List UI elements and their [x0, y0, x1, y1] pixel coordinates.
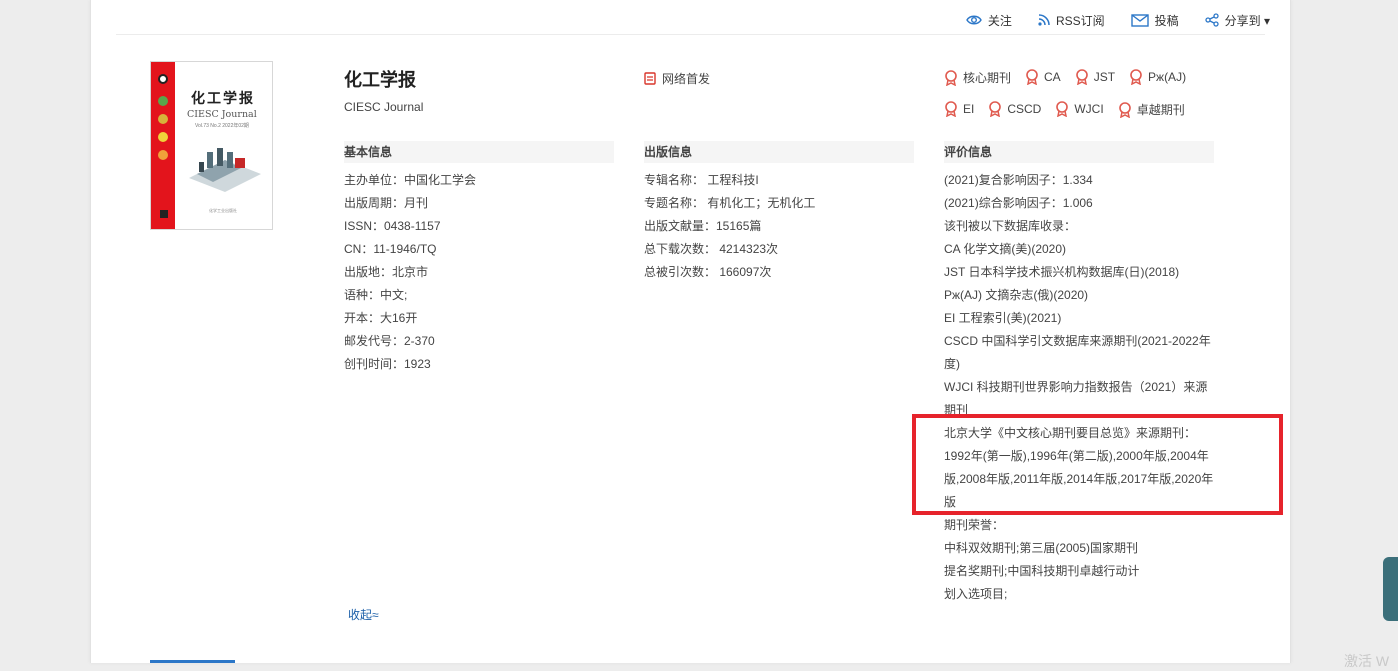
follow-label: 关注 [987, 13, 1012, 28]
badge-label: 核心期刊 [963, 71, 1012, 85]
cover-red-strip [151, 62, 175, 229]
award-icon [989, 101, 1002, 117]
badge-label: CA [1044, 70, 1061, 84]
basic-cn: CN：11-1946/TQ [344, 242, 437, 256]
cover-subtitle: CIESC Journal [187, 109, 257, 120]
cover-badge-icon [158, 150, 168, 160]
share-button[interactable]: 分享到 ▾ [1204, 12, 1270, 29]
evaluation-info-list: (2021)复合影响因子：1.334 (2021)综合影响因子：1.006 该刊… [944, 169, 1216, 606]
award-icon [945, 69, 957, 86]
award-icon [1130, 69, 1142, 85]
publish-info-header: 出版信息 [644, 141, 914, 163]
eval-rzh: Рж(AJ) 文摘杂志(俄)(2020) [944, 288, 1089, 302]
mail-icon [1130, 13, 1149, 27]
badge-ei[interactable]: EI [944, 101, 974, 117]
publish-info-list: 专辑名称： 工程科技I 专题名称： 有机化工；无机化工 出版文献量：15165篇… [644, 169, 815, 284]
submit-label: 投稿 [1154, 13, 1179, 28]
eval-honors: 中科双效期刊;第三届(2005)国家期刊提名奖期刊;中国科技期刊卓越行动计划入选… [944, 541, 1140, 601]
basic-sponsor: 主办单位：中国化工学会 [344, 173, 477, 187]
eval-cscd: CSCD 中国科学引文数据库来源期刊(2021-2022年度) [944, 334, 1211, 371]
publish-topic: 专题名称： 有机化工；无机化工 [644, 196, 816, 210]
cover-artwork [189, 148, 261, 192]
side-float-button[interactable] [1383, 557, 1398, 621]
badge-cscd[interactable]: CSCD [988, 101, 1041, 117]
publish-series: 专辑名称： 工程科技I [644, 173, 759, 187]
basic-founded: 创刊时间：1923 [344, 357, 431, 371]
cover-volume: Vol.73 No.2 2022年02期 [195, 123, 249, 129]
rss-icon [1038, 14, 1050, 26]
badge-label: JST [1093, 70, 1116, 84]
badge-jst[interactable]: JST [1075, 69, 1115, 85]
eval-comprehensive-if: (2021)综合影响因子：1.006 [944, 196, 1093, 210]
badge-label: EI [963, 102, 975, 116]
rss-label: RSS订阅 [1055, 13, 1105, 28]
evaluation-info-header: 评价信息 [944, 141, 1214, 163]
index-badges: 核心期刊 CA JST Рж(AJ) EI CSCD WJCI 卓越期刊 [944, 69, 1244, 133]
basic-location: 出版地：北京市 [344, 265, 429, 279]
cover-footer: 化学工业出版社 [209, 208, 237, 213]
cover-title: 化工学报 [191, 91, 255, 107]
award-icon [945, 101, 957, 117]
badge-wjci[interactable]: WJCI [1055, 101, 1104, 117]
badge-label: WJCI [1074, 102, 1104, 116]
journal-detail-panel: 关注 RSS订阅 投稿 分享到 ▾ 化工学报 CIESC Journal Vol… [90, 0, 1291, 663]
submit-button[interactable]: 投稿 [1130, 12, 1179, 29]
publish-doc-count: 出版文献量：15165篇 [644, 219, 762, 233]
share-icon [1204, 13, 1219, 27]
share-label: 分享到 ▾ [1224, 13, 1270, 28]
badge-ca[interactable]: CA [1025, 69, 1061, 85]
basic-period: 出版周期：月刊 [344, 196, 429, 210]
follow-button[interactable]: 关注 [966, 12, 1012, 29]
cover-badge-icon [158, 96, 168, 106]
badge-label: CSCD [1007, 102, 1042, 116]
award-icon [1118, 101, 1131, 118]
eval-ei: EI 工程索引(美)(2021) [944, 311, 1062, 325]
basic-format: 开本：大16开 [344, 311, 418, 325]
basic-info-list: 主办单位：中国化工学会 出版周期：月刊 ISSN：0438-1157 CN：11… [344, 169, 476, 376]
top-actions: 关注 RSS订阅 投稿 分享到 ▾ [966, 6, 1270, 34]
badge-core-journal[interactable]: 核心期刊 [944, 69, 1011, 86]
publish-downloads: 总下载次数： 4214323次 [644, 242, 779, 256]
badge-row-2: EI CSCD WJCI 卓越期刊 [944, 101, 1244, 133]
publish-citations: 总被引次数： 166097次 [644, 265, 772, 279]
collapse-link[interactable]: 收起≈ [348, 606, 379, 623]
award-icon [1026, 69, 1038, 85]
eye-icon [966, 15, 982, 25]
award-icon [1075, 69, 1088, 85]
windows-activation-watermark: 激活 W [1344, 653, 1390, 669]
award-icon [1056, 101, 1069, 117]
cover-qr-code [160, 210, 168, 218]
highlight-box [912, 414, 1283, 515]
eval-jst: JST 日本科学技术振兴机构数据库(日)(2018) [944, 265, 1180, 279]
eval-indexed-by: 该刊被以下数据库收录： [944, 219, 1077, 233]
basic-language: 语种：中文; [344, 288, 408, 302]
cover-logo-icon [158, 74, 168, 84]
badge-row-1: 核心期刊 CA JST Рж(AJ) [944, 69, 1244, 101]
net-first-label: 网络首发 [662, 72, 711, 86]
basic-info-header: 基本信息 [344, 141, 614, 163]
eval-ca: CA 化学文摘(美)(2020) [944, 242, 1067, 256]
badge-excellent[interactable]: 卓越期刊 [1118, 101, 1185, 118]
eval-composite-if: (2021)复合影响因子：1.334 [944, 173, 1093, 187]
cover-badge-icon [158, 114, 168, 124]
document-icon [644, 72, 656, 85]
top-divider [116, 34, 1265, 35]
cover-badge-icon [158, 132, 168, 142]
rss-button[interactable]: RSS订阅 [1038, 12, 1105, 29]
badge-label: 卓越期刊 [1136, 103, 1185, 117]
badge-label: Рж(AJ) [1148, 70, 1187, 84]
badge-rzh[interactable]: Рж(AJ) [1129, 69, 1186, 85]
journal-title: 化工学报 [344, 70, 416, 90]
eval-honors-label: 期刊荣誉： [944, 518, 1005, 532]
basic-issn: ISSN：0438-1157 [344, 219, 441, 233]
journal-subtitle: CIESC Journal [344, 100, 424, 114]
net-first-link[interactable]: 网络首发 [644, 70, 710, 87]
basic-postal-code: 邮发代号：2-370 [344, 334, 435, 348]
journal-cover-image[interactable]: 化工学报 CIESC Journal Vol.73 No.2 2022年02期 … [150, 61, 273, 230]
